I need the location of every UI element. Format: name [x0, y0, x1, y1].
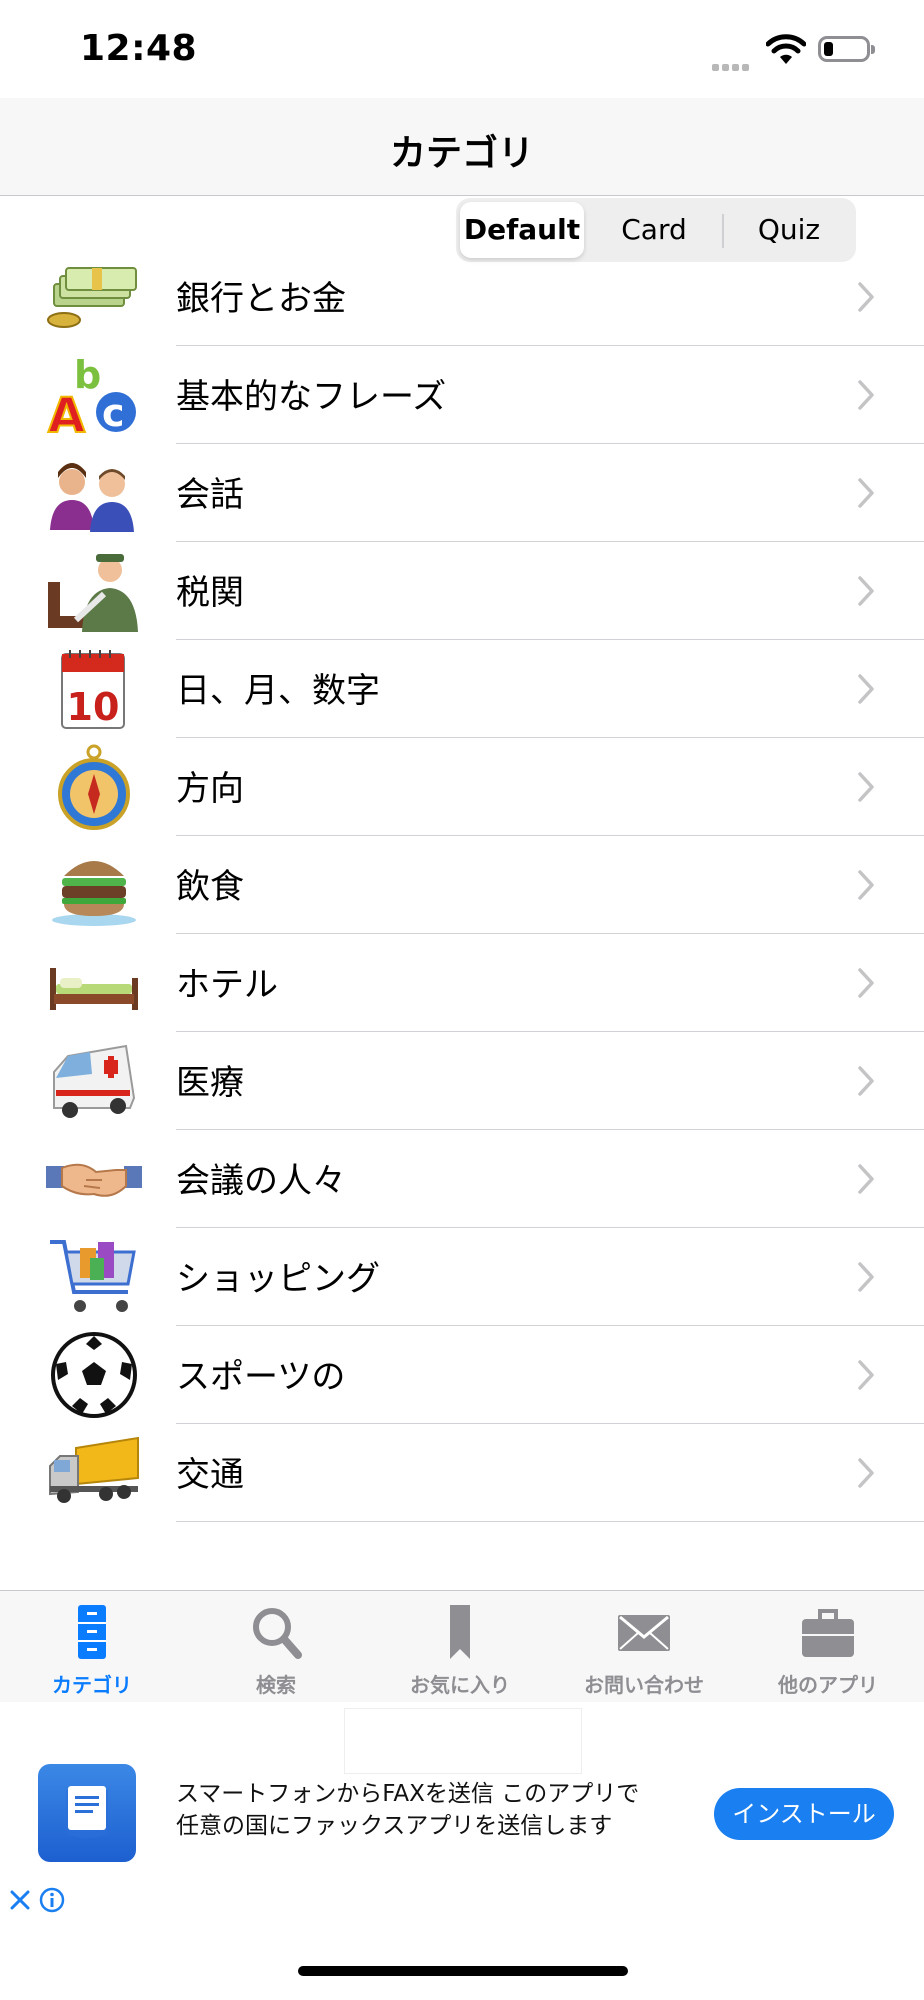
chevron-right-icon [858, 478, 874, 508]
ad-text-line: 任意の国にファックスアプリを送信します [176, 1813, 613, 1839]
cabinet-icon [78, 1605, 106, 1659]
ad-description: スマートフォンからFAXを送信 このアプリで 任意の国にファックスアプリを送信し… [176, 1778, 696, 1842]
money-icon [47, 267, 137, 328]
category-row-basic-phrases[interactable]: A b c 基本的なフレーズ [0, 346, 924, 444]
category-row-meeting-people[interactable]: 会議の人々 [0, 1130, 924, 1228]
category-row-shopping[interactable]: ショッピング [0, 1228, 924, 1326]
tab-label: 検索 [256, 1673, 296, 1697]
category-row-customs[interactable]: 税関 [0, 542, 924, 640]
home-indicator[interactable] [298, 1966, 628, 1976]
install-button[interactable]: インストール [714, 1788, 894, 1840]
tab-label: カテゴリ [52, 1673, 132, 1697]
category-row-medical[interactable]: 医療 [0, 1032, 924, 1130]
tab-bar: カテゴリ 検索 お気に入り お問い合わせ 他のアプリ [0, 1590, 924, 1702]
tab-label: お問い合わせ [584, 1673, 704, 1697]
svg-text:c: c [102, 391, 125, 435]
category-label: ショッピング [176, 1259, 380, 1299]
mail-icon [618, 1615, 670, 1651]
category-label: 医療 [176, 1063, 244, 1103]
row-separator [176, 1521, 924, 1522]
chevron-right-icon [858, 1360, 874, 1390]
tab-other-apps[interactable]: 他のアプリ [736, 1591, 920, 1703]
category-row-bank-money[interactable]: 銀行とお金 [0, 248, 924, 346]
battery-icon [818, 36, 875, 62]
svg-text:10: 10 [67, 685, 120, 729]
ambulance-icon [53, 1044, 136, 1118]
tab-categories[interactable]: カテゴリ [0, 1591, 184, 1703]
document-icon [66, 1786, 108, 1838]
chevron-right-icon [858, 772, 874, 802]
category-label: 交通 [176, 1455, 244, 1495]
tab-favorites[interactable]: お気に入り [368, 1591, 552, 1703]
chevron-right-icon [858, 576, 874, 606]
page-title: カテゴリ [389, 133, 534, 174]
chevron-right-icon [858, 380, 874, 410]
chevron-right-icon [858, 1066, 874, 1096]
tab-label: お気に入り [410, 1673, 510, 1697]
tab-search[interactable]: 検索 [184, 1591, 368, 1703]
customs-officer-icon [48, 554, 138, 632]
category-row-conversation[interactable]: 会話 [0, 444, 924, 542]
category-row-dates-numbers[interactable]: 10 日、月、数字 [0, 640, 924, 738]
category-label: 方向 [176, 769, 244, 809]
people-icon [50, 463, 134, 532]
chevron-right-icon [858, 870, 874, 900]
calendar-icon: 10 [61, 650, 125, 729]
chevron-right-icon [858, 282, 874, 312]
bookmark-icon [450, 1605, 470, 1659]
search-icon [253, 1608, 302, 1659]
navigation-bar: カテゴリ [0, 98, 924, 196]
category-label: 基本的なフレーズ [176, 377, 447, 417]
abc-icon: A b c [47, 353, 136, 438]
segment-divider [722, 214, 724, 248]
category-label: 税関 [176, 573, 244, 613]
category-label: 会話 [176, 475, 244, 515]
soccer-ball-icon [51, 1332, 137, 1418]
wifi-icon [766, 34, 806, 64]
handshake-icon [46, 1163, 142, 1197]
chevron-right-icon [858, 1262, 874, 1292]
svg-text:b: b [74, 353, 101, 397]
ad-banner: スマートフォンからFAXを送信 このアプリで 任意の国にファックスアプリを送信し… [0, 1702, 924, 2000]
truck-icon [49, 1436, 139, 1503]
chevron-right-icon [858, 674, 874, 704]
ad-text-line: スマートフォンからFAXを送信 このアプリで [176, 1781, 640, 1807]
category-row-hotel[interactable]: ホテル [0, 934, 924, 1032]
compass-icon [58, 744, 130, 830]
status-bar: 12:48 [0, 0, 924, 98]
category-label: 飲食 [176, 867, 244, 907]
category-row-transportation[interactable]: 交通 [0, 1424, 924, 1522]
info-icon[interactable] [38, 1886, 66, 1914]
chevron-right-icon [858, 968, 874, 998]
close-icon[interactable] [8, 1888, 32, 1912]
category-label: 会議の人々 [176, 1161, 346, 1201]
category-row-sports[interactable]: スポーツの [0, 1326, 924, 1424]
chevron-right-icon [858, 1164, 874, 1194]
tab-label: 他のアプリ [778, 1673, 878, 1697]
category-label: スポーツの [176, 1357, 346, 1397]
category-row-food-drink[interactable]: 飲食 [0, 836, 924, 934]
category-row-direction[interactable]: 方向 [0, 738, 924, 836]
tab-contact[interactable]: お問い合わせ [552, 1591, 736, 1703]
bed-icon [50, 968, 138, 1010]
category-label: 日、月、数字 [176, 671, 380, 711]
shopping-cart-icon [50, 1240, 136, 1312]
status-time: 12:48 [80, 28, 198, 69]
fax-app-icon[interactable] [38, 1764, 136, 1862]
briefcase-icon [802, 1609, 854, 1657]
chevron-right-icon [858, 1458, 874, 1488]
category-label: ホテル [176, 965, 278, 1005]
category-label: 銀行とお金 [176, 279, 346, 319]
ad-thumbnail [344, 1708, 582, 1774]
burger-icon [52, 861, 136, 926]
cellular-signal-icon [712, 56, 754, 71]
